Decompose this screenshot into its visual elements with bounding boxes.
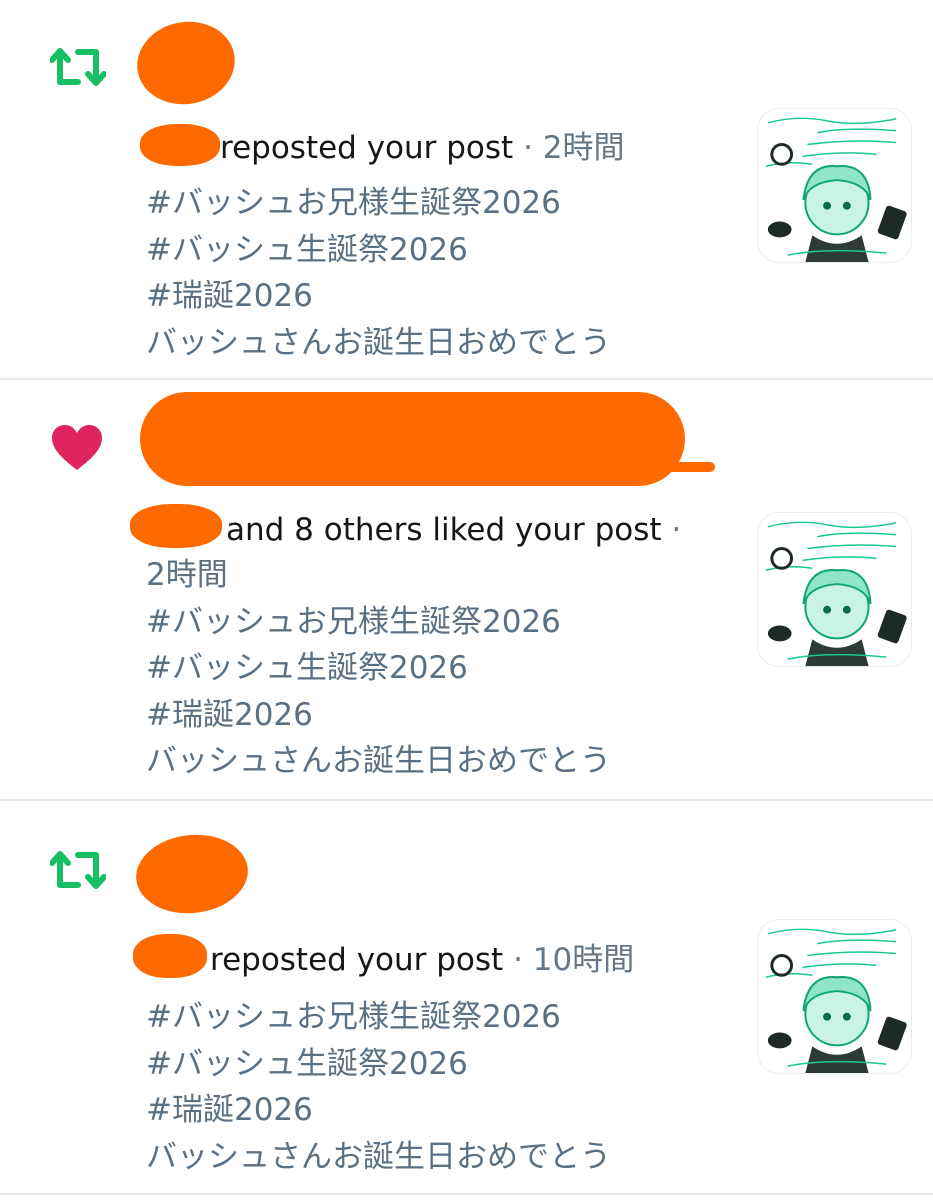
separator: · — [513, 942, 523, 978]
post-line: #瑞誕2026 — [146, 696, 313, 733]
notification-summary: reposted your post · 10時間 — [210, 938, 703, 982]
post-text: #バッシュお兄様生誕祭2026 #バッシュ生誕祭2026 #瑞誕2026 バッシ… — [146, 180, 706, 366]
post-line: #バッシュ生誕祭2026 — [146, 1045, 468, 1082]
action-text: reposted your post — [210, 942, 504, 978]
user-name-redacted[interactable] — [130, 504, 222, 548]
post-thumbnail[interactable] — [757, 512, 912, 667]
post-line: #バッシュ生誕祭2026 — [146, 650, 468, 686]
separator: · — [523, 130, 533, 166]
post-line: #瑞誕2026 — [146, 278, 313, 314]
notification-item[interactable]: and 8 others liked your post · 2時間 #バッシュ… — [0, 380, 933, 801]
action-text: and 8 others liked your post — [226, 512, 662, 548]
post-line: バッシュさんお誕生日おめでとう — [146, 743, 611, 779]
heart-icon — [50, 424, 104, 472]
notification-summary: reposted your post · 2時間 — [220, 126, 703, 170]
post-text: 2時間 #バッシュお兄様生誕祭2026 #バッシュ生誕祭2026 #瑞誕2026… — [146, 552, 706, 785]
post-line: バッシュさんお誕生日おめでとう — [146, 324, 611, 361]
post-line: #瑞誕2026 — [146, 1092, 313, 1128]
action-text: reposted your post — [220, 130, 514, 166]
post-text: #バッシュお兄様生誕祭2026 #バッシュ生誕祭2026 #瑞誕2026 バッシ… — [146, 994, 706, 1180]
post-line: バッシュさんお誕生日おめでとう — [146, 1138, 611, 1175]
user-name-redacted[interactable] — [133, 934, 207, 978]
post-line: #バッシュ生誕祭2026 — [146, 231, 468, 268]
post-line: #バッシュお兄様生誕祭2026 — [146, 603, 561, 640]
post-thumbnail[interactable] — [757, 919, 912, 1074]
timestamp: 2時間 — [146, 557, 228, 593]
separator: · — [671, 512, 682, 548]
avatar[interactable] — [132, 829, 252, 919]
timestamp: 10時間 — [532, 942, 635, 978]
notification-summary: and 8 others liked your post · — [226, 508, 706, 552]
avatar[interactable] — [130, 14, 242, 112]
user-name-redacted[interactable] — [140, 124, 220, 166]
post-line: #バッシュお兄様生誕祭2026 — [146, 999, 561, 1035]
redaction-stroke — [560, 462, 715, 472]
repost-icon — [50, 42, 106, 92]
post-line: #バッシュお兄様生誕祭2026 — [146, 185, 561, 221]
post-thumbnail[interactable] — [757, 108, 912, 263]
timestamp: 2時間 — [542, 130, 625, 166]
notification-item[interactable]: reposted your post · 2時間 #バッシュお兄様生誕祭2026… — [0, 0, 933, 380]
repost-icon — [50, 845, 106, 895]
notification-item[interactable]: reposted your post · 10時間 #バッシュお兄様生誕祭202… — [0, 801, 933, 1195]
